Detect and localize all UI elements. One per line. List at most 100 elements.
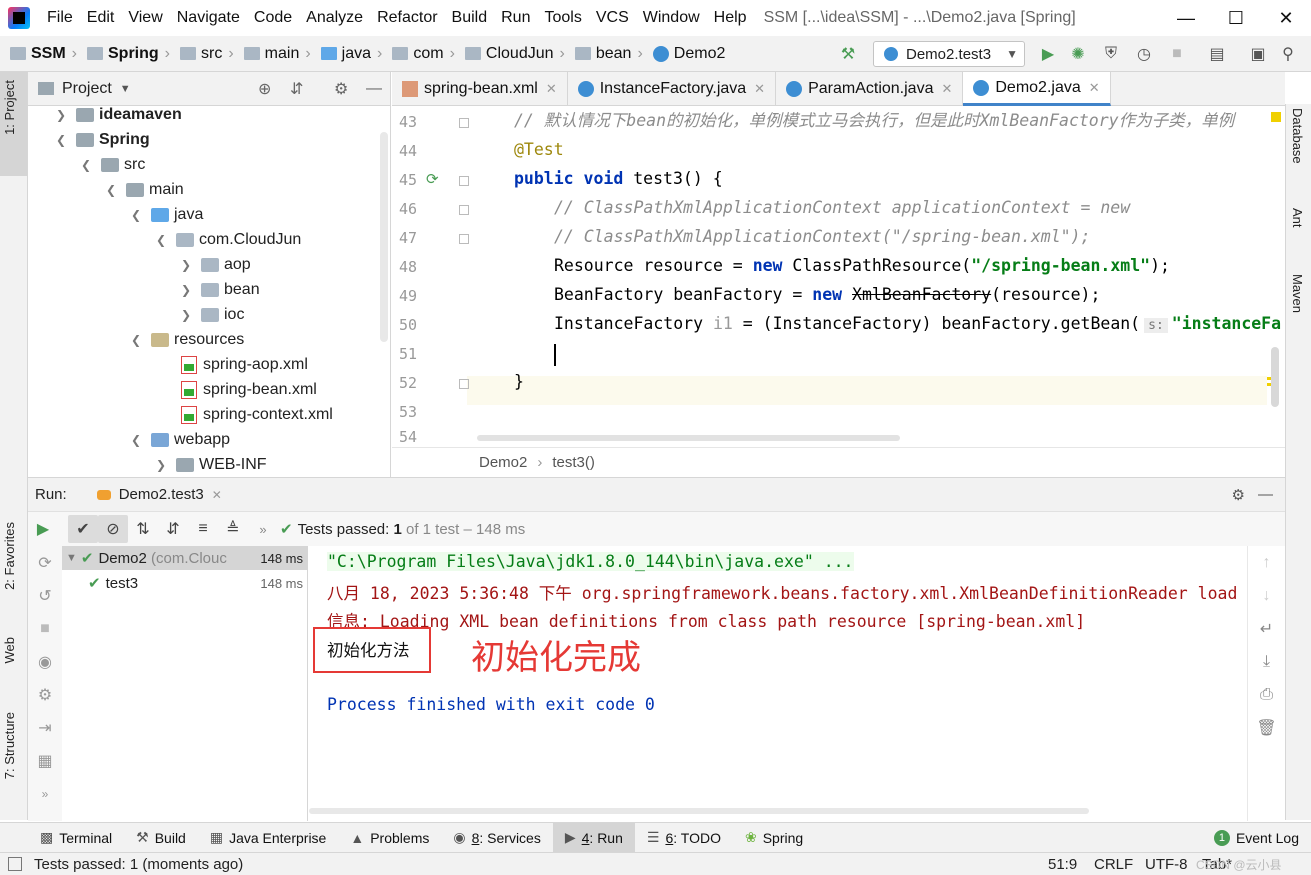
- caret-position[interactable]: 51:9: [1048, 856, 1077, 873]
- menu-window[interactable]: Window: [636, 9, 707, 27]
- scroll-to-end-icon[interactable]: ⤓: [1248, 645, 1285, 678]
- more-icon[interactable]: »: [28, 777, 62, 810]
- menu-view[interactable]: View: [121, 9, 169, 27]
- menu-navigate[interactable]: Navigate: [170, 9, 247, 27]
- menu-code[interactable]: Code: [247, 9, 299, 27]
- stop-icon[interactable]: ■: [1167, 44, 1187, 64]
- maven-tool-tab[interactable]: Maven: [1290, 274, 1305, 313]
- close-icon[interactable]: ✕: [212, 488, 222, 502]
- fold-icon[interactable]: [459, 205, 469, 215]
- coverage-icon[interactable]: ⛨: [1101, 44, 1121, 64]
- run-icon[interactable]: ▶: [1038, 44, 1058, 64]
- rerun-failed-icon[interactable]: ⟳: [28, 546, 62, 579]
- camera-icon[interactable]: ◉: [28, 645, 62, 678]
- tree-item-bean[interactable]: ❯ bean: [179, 277, 260, 302]
- menu-build[interactable]: Build: [445, 9, 495, 27]
- gear-icon[interactable]: ⚙: [1232, 486, 1245, 504]
- run-configuration-select[interactable]: Demo2.test3 ▼: [873, 41, 1025, 67]
- tree-item-ioc[interactable]: ❯ ioc: [179, 302, 244, 327]
- tree-item-com-cloudjun[interactable]: ❮ com.CloudJun: [154, 227, 301, 252]
- tree-item-spring[interactable]: ❮ Spring: [54, 127, 150, 152]
- tree-item-main[interactable]: ❮ main: [104, 177, 184, 202]
- status-message[interactable]: Tests passed: 1 (moments ago): [34, 856, 243, 873]
- chevron-down-icon[interactable]: ▼: [120, 83, 131, 95]
- menu-refactor[interactable]: Refactor: [370, 9, 444, 27]
- breadcrumb-class[interactable]: Demo2: [479, 454, 527, 471]
- collapse-all-icon[interactable]: ⇵: [290, 79, 303, 99]
- breadcrumb-demo2[interactable]: Demo2: [643, 45, 725, 63]
- tab-paramaction-java[interactable]: ParamAction.java ✕: [776, 72, 964, 106]
- breadcrumb-ssm[interactable]: SSM ›: [0, 45, 77, 63]
- run-tool-button[interactable]: ▶ 4: Run: [552, 822, 635, 853]
- settings-icon[interactable]: ⚙: [28, 678, 62, 711]
- console-output[interactable]: "C:\Program Files\Java\jdk1.8.0_144\bin\…: [309, 546, 1247, 821]
- tree-item-web-inf[interactable]: ❯ WEB-INF: [154, 452, 267, 477]
- file-encoding[interactable]: UTF-8: [1145, 856, 1188, 873]
- close-icon[interactable]: ✕: [754, 81, 765, 97]
- close-icon[interactable]: ✕: [546, 81, 557, 97]
- warning-marker[interactable]: [1271, 112, 1281, 122]
- tree-item-src[interactable]: ❮ src: [79, 152, 145, 177]
- problems-tool-button[interactable]: ▲ Problems: [338, 823, 441, 853]
- tree-item-spring-bean-xml[interactable]: spring-bean.xml: [181, 377, 317, 402]
- scrollbar[interactable]: [380, 132, 388, 342]
- database-tool-tab[interactable]: Database: [1290, 108, 1305, 164]
- tree-item-webapp[interactable]: ❮ webapp: [129, 427, 230, 452]
- menu-edit[interactable]: Edit: [80, 9, 122, 27]
- minimize-icon[interactable]: —: [1161, 0, 1211, 36]
- project-structure-icon[interactable]: ▤: [1207, 44, 1227, 64]
- collapse-all-icon[interactable]: ≜: [218, 515, 248, 543]
- layout-icon[interactable]: ▣: [1248, 44, 1268, 64]
- run-test-gutter-icon[interactable]: ⟳: [426, 170, 439, 188]
- project-view-select[interactable]: Project: [62, 80, 112, 98]
- tree-item-resources[interactable]: ❮ resources: [129, 327, 244, 352]
- trash-icon[interactable]: 🗑: [1248, 711, 1285, 744]
- profile-icon[interactable]: ◷: [1134, 44, 1154, 64]
- tab-demo2-java[interactable]: Demo2.java ✕: [963, 72, 1111, 106]
- breadcrumb-method[interactable]: test3(): [552, 454, 595, 471]
- more-icon[interactable]: »: [248, 515, 278, 543]
- import-icon[interactable]: ⇥: [28, 711, 62, 744]
- menu-vcs[interactable]: VCS: [589, 9, 636, 27]
- horizontal-scrollbar[interactable]: [477, 435, 900, 441]
- fold-icon[interactable]: [459, 379, 469, 389]
- hammer-build-icon[interactable]: ⚒: [838, 44, 858, 64]
- breadcrumb-java[interactable]: java ›: [311, 45, 382, 63]
- stop-icon[interactable]: ■: [28, 612, 62, 645]
- gear-icon[interactable]: ⚙: [334, 79, 348, 99]
- favorites-tool-tab[interactable]: 2: Favorites: [2, 522, 17, 590]
- debug-icon[interactable]: ✺: [1068, 44, 1088, 64]
- hide-icon[interactable]: —: [1258, 486, 1273, 503]
- menu-tools[interactable]: Tools: [537, 9, 588, 27]
- project-tool-tab[interactable]: 1: Project: [2, 80, 17, 135]
- breadcrumb-main[interactable]: main ›: [234, 45, 311, 63]
- horizontal-scrollbar[interactable]: [309, 808, 1089, 814]
- fold-icon[interactable]: [459, 176, 469, 186]
- layout-icon[interactable]: ▦: [28, 744, 62, 777]
- arrow-up-icon[interactable]: ↑: [1248, 546, 1285, 579]
- build-tool-button[interactable]: ⚒ Build: [124, 823, 198, 853]
- toggle-tool-windows-icon[interactable]: [8, 857, 22, 871]
- java-enterprise-tool-button[interactable]: ▦ Java Enterprise: [198, 823, 339, 853]
- todo-tool-button[interactable]: ☰ 6: TODO: [635, 823, 733, 853]
- menu-help[interactable]: Help: [707, 9, 754, 27]
- vertical-scrollbar[interactable]: [1271, 347, 1279, 407]
- services-tool-button[interactable]: ◉ 8: Services: [441, 823, 552, 853]
- menu-file[interactable]: File: [40, 9, 80, 27]
- test-node-demo2[interactable]: ▼ ✔ Demo2 (com.Clouc 148 ms: [62, 546, 308, 570]
- line-separator[interactable]: CRLF: [1094, 856, 1133, 873]
- breadcrumb-cloudjun[interactable]: CloudJun ›: [455, 45, 565, 63]
- locate-icon[interactable]: ⊕: [258, 79, 271, 99]
- tree-item-spring-context-xml[interactable]: spring-context.xml: [181, 402, 333, 427]
- fold-icon[interactable]: [459, 118, 469, 128]
- maximize-icon[interactable]: ☐: [1211, 0, 1261, 36]
- tab-spring-bean-xml[interactable]: spring-bean.xml ✕: [392, 72, 568, 106]
- code-area[interactable]: // 默认情况下bean的初始化，单例模式立马会执行，但是此时XmlBeanFa…: [482, 106, 1285, 436]
- sort-duration-icon[interactable]: ⇵: [158, 515, 188, 543]
- tab-instancefactory-java[interactable]: InstanceFactory.java ✕: [568, 72, 777, 106]
- fold-icon[interactable]: [459, 234, 469, 244]
- web-tool-tab[interactable]: Web: [2, 637, 17, 664]
- terminal-tool-button[interactable]: ▩ Terminal: [0, 823, 124, 853]
- event-log-button[interactable]: 1 Event Log: [1202, 823, 1311, 853]
- close-icon[interactable]: ✕: [941, 81, 952, 97]
